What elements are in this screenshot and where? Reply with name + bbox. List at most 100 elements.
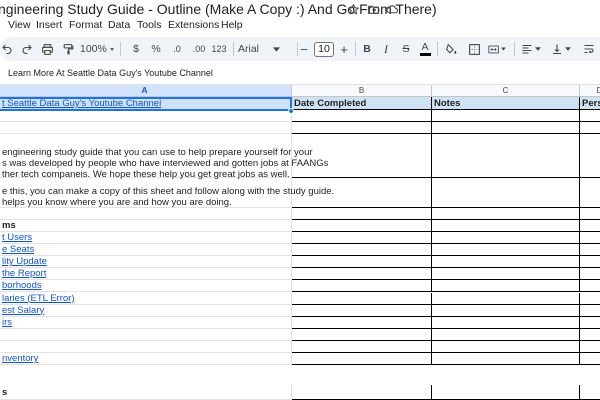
cloud-status-icon[interactable] <box>386 3 399 16</box>
cell-notes-header[interactable]: Notes <box>432 97 580 110</box>
cell[interactable] <box>580 244 600 257</box>
cell[interactable] <box>432 304 580 317</box>
italic-button[interactable]: I <box>381 37 391 61</box>
cell[interactable] <box>580 268 600 281</box>
cell-a-header[interactable]: t Seattle Data Guy's Youtube Channel <box>0 97 292 110</box>
cell[interactable] <box>432 292 580 305</box>
problem-link[interactable]: borhoods <box>2 280 42 291</box>
cell[interactable] <box>580 280 600 293</box>
menu-extensions[interactable]: Extensions <box>168 19 219 31</box>
cell[interactable] <box>580 305 600 317</box>
column-header-b[interactable]: B <box>292 85 432 97</box>
more-formats-button[interactable]: 123 <box>211 37 227 61</box>
problem-cell[interactable]: t Users <box>0 232 292 245</box>
increase-decimal-button[interactable]: .00 <box>190 37 208 61</box>
decrease-font-size-button[interactable]: − <box>299 37 309 61</box>
cell[interactable] <box>580 353 600 366</box>
cell[interactable] <box>292 244 432 257</box>
fill-handle[interactable] <box>288 108 294 114</box>
cell[interactable] <box>292 110 432 122</box>
paint-format-icon[interactable] <box>60 37 76 61</box>
problem-link[interactable]: nventory <box>2 353 38 364</box>
decrease-decimal-button[interactable]: .0 <box>169 37 185 61</box>
cell[interactable] <box>292 316 432 329</box>
cell[interactable] <box>292 328 432 341</box>
cell[interactable] <box>432 268 580 281</box>
font-select[interactable]: Arial <box>238 37 294 61</box>
currency-format-button[interactable]: $ <box>131 37 141 61</box>
cell[interactable] <box>580 220 600 232</box>
horizontal-align-icon[interactable] <box>520 37 542 61</box>
fill-color-icon[interactable] <box>443 37 459 61</box>
cell[interactable] <box>432 244 580 257</box>
cell[interactable] <box>292 232 432 245</box>
problem-link[interactable]: lity Update <box>2 256 47 267</box>
star-icon[interactable] <box>347 3 360 16</box>
font-size-input[interactable]: 10 <box>314 37 334 61</box>
menu-data[interactable]: Data <box>108 19 130 31</box>
cell[interactable] <box>432 340 580 353</box>
section-label-bottom[interactable]: s <box>0 385 292 400</box>
problem-link[interactable]: est Salary <box>2 305 44 316</box>
print-icon[interactable] <box>39 37 55 61</box>
cell[interactable] <box>432 220 580 232</box>
text-color-button[interactable]: A <box>419 37 431 61</box>
cell[interactable] <box>432 353 580 366</box>
cell[interactable] <box>580 385 600 400</box>
cell[interactable] <box>292 292 432 305</box>
intro-paragraph[interactable]: engineering study guide that you can use… <box>0 134 328 180</box>
merge-cells-icon[interactable] <box>488 37 506 61</box>
borders-icon[interactable] <box>466 37 482 61</box>
cell[interactable] <box>292 208 432 220</box>
column-header-a[interactable]: A <box>0 85 292 97</box>
cell-personal-header[interactable]: Perso <box>580 97 600 110</box>
text-wrap-icon[interactable] <box>579 37 599 61</box>
cell[interactable] <box>580 317 600 329</box>
cell[interactable] <box>292 280 432 293</box>
youtube-channel-link[interactable]: t Seattle Data Guy's Youtube Channel <box>2 98 161 109</box>
section-label-problems[interactable]: ms <box>0 220 292 232</box>
cell[interactable] <box>0 110 292 122</box>
redo-icon[interactable] <box>20 37 34 61</box>
spreadsheet-grid[interactable]: A B C D t Seattle Data Guy's Youtube Cha… <box>0 85 600 400</box>
increase-font-size-button[interactable]: + <box>339 37 349 61</box>
cell[interactable] <box>580 178 600 208</box>
move-folder-icon[interactable] <box>367 3 380 16</box>
cell[interactable] <box>580 110 600 122</box>
cell[interactable] <box>432 316 580 329</box>
problem-link[interactable]: the Report <box>2 268 46 279</box>
menu-tools[interactable]: Tools <box>137 19 162 31</box>
cell[interactable] <box>580 329 600 341</box>
cell[interactable] <box>292 122 432 134</box>
problem-cell[interactable]: the Report <box>0 268 292 281</box>
vertical-align-icon[interactable] <box>550 37 572 61</box>
cell[interactable] <box>432 110 580 122</box>
percent-format-button[interactable]: % <box>150 37 162 61</box>
cell[interactable] <box>432 122 580 134</box>
cell[interactable] <box>580 293 600 305</box>
cell[interactable] <box>292 134 432 178</box>
menu-help[interactable]: Help <box>221 19 243 31</box>
cell[interactable] <box>0 122 292 134</box>
cell[interactable] <box>432 385 580 400</box>
cell[interactable] <box>432 328 580 341</box>
problem-cell[interactable] <box>0 340 292 353</box>
menu-insert[interactable]: Insert <box>36 19 62 31</box>
cell[interactable] <box>432 208 580 220</box>
problem-cell[interactable]: nventory <box>0 353 292 366</box>
cell-date-completed-header[interactable]: Date Completed <box>292 97 432 110</box>
column-header-d[interactable]: D <box>580 85 600 97</box>
cell[interactable] <box>292 353 432 366</box>
problem-link[interactable]: t Users <box>2 232 32 243</box>
cell[interactable] <box>292 340 432 353</box>
problem-cell[interactable]: e Seats <box>0 244 292 257</box>
cell[interactable] <box>292 385 432 400</box>
cell[interactable] <box>292 220 432 232</box>
menu-view[interactable]: View <box>8 19 31 31</box>
cell[interactable] <box>580 232 600 245</box>
problem-link[interactable]: e Seats <box>2 244 34 255</box>
cell[interactable] <box>432 178 580 208</box>
problem-link[interactable]: irs <box>2 317 12 328</box>
cell[interactable] <box>292 256 432 269</box>
cell[interactable] <box>580 256 600 269</box>
